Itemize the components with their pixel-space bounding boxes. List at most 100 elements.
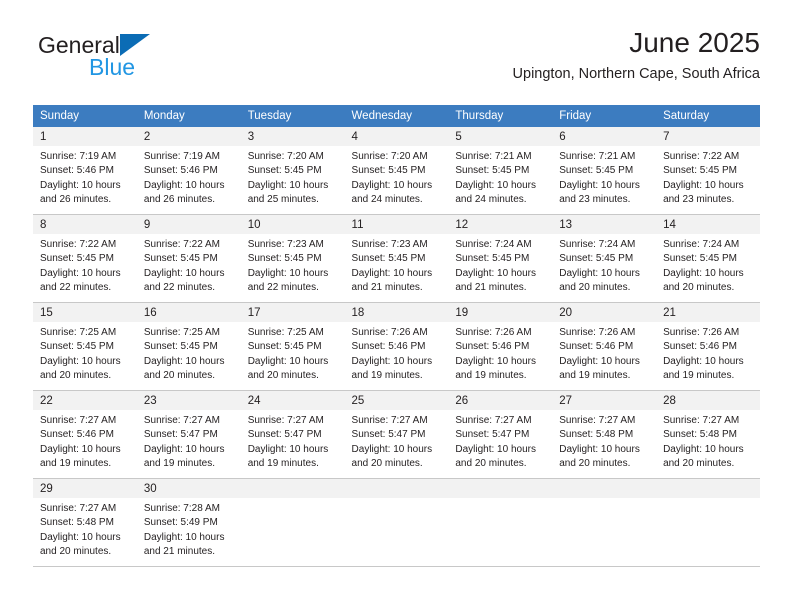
daylight-text: Daylight: 10 hours and 26 minutes. [40, 179, 121, 205]
day-number: 1 [33, 127, 137, 146]
day-details: Sunrise: 7:24 AM Sunset: 5:45 PM Daylight:… [656, 234, 760, 295]
sunrise-text: Sunrise: 7:20 AM [247, 151, 324, 162]
day-details: Sunrise: 7:26 AM Sunset: 5:46 PM Daylight:… [552, 322, 656, 383]
daylight-text: Daylight: 10 hours and 22 minutes. [247, 267, 329, 293]
sunrise-text: Sunrise: 7:24 AM [663, 239, 740, 250]
sunset-text: Sunset: 5:45 PM [663, 253, 737, 265]
sunrise-text: Sunrise: 7:22 AM [40, 239, 117, 250]
calendar-day-cell[interactable]: 21 Sunrise: 7:26 AM Sunset: 5:46 PM Dayligh… [656, 302, 760, 391]
day-number: 27 [552, 391, 657, 410]
calendar-day-cell[interactable]: 17 Sunrise: 7:25 AM Sunset: 5:45 PM Dayligh… [240, 302, 345, 391]
sunrise-text: Sunrise: 7:26 AM [663, 327, 740, 338]
daylight-text: Daylight: 10 hours and 20 minutes. [559, 443, 640, 469]
daylight-text: Daylight: 10 hours and 19 minutes. [559, 355, 640, 381]
calendar-day-cell[interactable]: 10 Sunrise: 7:23 AM Sunset: 5:45 PM Dayligh… [240, 214, 345, 303]
calendar-day-cell[interactable]: 18 Sunrise: 7:26 AM Sunset: 5:46 PM Dayligh… [344, 302, 449, 391]
sunset-text: Sunset: 5:45 PM [40, 253, 114, 265]
day-details: Sunrise: 7:26 AM Sunset: 5:46 PM Daylight:… [345, 322, 449, 383]
sunrise-text: Sunrise: 7:27 AM [351, 415, 428, 426]
calendar-day-cell[interactable]: 27 Sunrise: 7:27 AM Sunset: 5:48 PM Dayligh… [552, 390, 657, 479]
day-details: Sunrise: 7:27 AM Sunset: 5:48 PM Daylight:… [33, 498, 137, 559]
weekday-header-monday: Monday [136, 105, 241, 127]
sunset-text: Sunset: 5:46 PM [351, 341, 426, 353]
sunset-text: Sunset: 5:45 PM [247, 341, 322, 353]
sunrise-text: Sunrise: 7:23 AM [351, 239, 428, 250]
sunset-text: Sunset: 5:46 PM [40, 165, 114, 177]
day-number: 6 [552, 127, 657, 146]
logo-text-blue: Blue [89, 54, 136, 80]
calendar-day-cell[interactable]: 23 Sunrise: 7:27 AM Sunset: 5:47 PM Dayligh… [136, 390, 241, 479]
sunrise-text: Sunrise: 7:27 AM [559, 415, 636, 426]
calendar-day-cell[interactable]: 2 Sunrise: 7:19 AM Sunset: 5:46 PM Daylight… [136, 127, 241, 215]
calendar-day-cell[interactable]: 3 Sunrise: 7:20 AM Sunset: 5:45 PM Daylight… [240, 127, 345, 215]
day-details: Sunrise: 7:26 AM Sunset: 5:46 PM Daylight:… [656, 322, 760, 383]
sunrise-text: Sunrise: 7:27 AM [40, 415, 117, 426]
calendar-day-cell[interactable]: 7 Sunrise: 7:22 AM Sunset: 5:45 PM Daylight… [656, 127, 760, 215]
sunrise-text: Sunrise: 7:22 AM [663, 151, 740, 162]
daylight-text: Daylight: 10 hours and 20 minutes. [559, 267, 640, 293]
day-details: Sunrise: 7:27 AM Sunset: 5:48 PM Daylight:… [552, 410, 656, 471]
day-number: 25 [344, 391, 449, 410]
sunrise-text: Sunrise: 7:25 AM [143, 327, 220, 338]
day-number: 15 [33, 303, 137, 322]
calendar-day-cell[interactable]: 4 Sunrise: 7:20 AM Sunset: 5:45 PM Daylight… [344, 127, 449, 215]
sunrise-text: Sunrise: 7:23 AM [247, 239, 324, 250]
calendar-day-cell[interactable]: 28 Sunrise: 7:27 AM Sunset: 5:48 PM Dayligh… [656, 390, 760, 479]
calendar-day-cell[interactable]: 13 Sunrise: 7:24 AM Sunset: 5:45 PM Dayligh… [552, 214, 657, 303]
day-details: Sunrise: 7:22 AM Sunset: 5:45 PM Daylight:… [137, 234, 241, 295]
weekday-header-saturday: Saturday [656, 105, 760, 127]
calendar-day-cell[interactable]: 12 Sunrise: 7:24 AM Sunset: 5:45 PM Dayligh… [448, 214, 553, 303]
sunset-text: Sunset: 5:45 PM [559, 253, 634, 265]
daylight-text: Daylight: 10 hours and 24 minutes. [351, 179, 433, 205]
calendar-day-cell[interactable]: 5 Sunrise: 7:21 AM Sunset: 5:45 PM Daylight… [448, 127, 553, 215]
day-number: 11 [344, 215, 449, 234]
sunrise-text: Sunrise: 7:28 AM [143, 503, 220, 514]
sunrise-text: Sunrise: 7:22 AM [143, 239, 220, 250]
day-details: Sunrise: 7:22 AM Sunset: 5:45 PM Daylight:… [33, 234, 137, 295]
calendar-day-cell[interactable]: 26 Sunrise: 7:27 AM Sunset: 5:47 PM Dayligh… [448, 390, 553, 479]
daylight-text: Daylight: 10 hours and 21 minutes. [351, 267, 433, 293]
calendar-day-cell[interactable]: 29 Sunrise: 7:27 AM Sunset: 5:48 PM Dayligh… [33, 478, 137, 567]
daylight-text: Daylight: 10 hours and 20 minutes. [663, 443, 744, 469]
calendar-day-cell[interactable]: 14 Sunrise: 7:24 AM Sunset: 5:45 PM Dayligh… [656, 214, 760, 303]
sunrise-sunset-calendar: Sunday Monday Tuesday Wednesday Thursday… [33, 105, 760, 567]
sunrise-text: Sunrise: 7:27 AM [247, 415, 324, 426]
day-number [552, 479, 657, 498]
logo-triangle-icon [120, 34, 150, 56]
calendar-day-cell[interactable]: 16 Sunrise: 7:25 AM Sunset: 5:45 PM Dayligh… [136, 302, 241, 391]
calendar-day-cell[interactable]: 20 Sunrise: 7:26 AM Sunset: 5:46 PM Dayligh… [552, 302, 657, 391]
sunrise-text: Sunrise: 7:26 AM [559, 327, 636, 338]
sunrise-text: Sunrise: 7:26 AM [351, 327, 428, 338]
sunset-text: Sunset: 5:45 PM [351, 253, 426, 265]
daylight-text: Daylight: 10 hours and 19 minutes. [143, 443, 225, 469]
sunset-text: Sunset: 5:45 PM [247, 253, 322, 265]
calendar-day-cell[interactable]: 9 Sunrise: 7:22 AM Sunset: 5:45 PM Daylight… [136, 214, 241, 303]
calendar-day-cell[interactable]: 11 Sunrise: 7:23 AM Sunset: 5:45 PM Dayligh… [344, 214, 449, 303]
general-blue-logo: General Blue [33, 32, 233, 88]
calendar-day-cell[interactable]: 22 Sunrise: 7:27 AM Sunset: 5:46 PM Dayligh… [33, 390, 137, 479]
day-number: 17 [240, 303, 345, 322]
sunset-text: Sunset: 5:45 PM [143, 253, 218, 265]
day-number [656, 479, 760, 498]
calendar-day-cell[interactable]: 8 Sunrise: 7:22 AM Sunset: 5:45 PM Daylight… [33, 214, 137, 303]
sunrise-text: Sunrise: 7:26 AM [455, 327, 532, 338]
calendar-body: 1 Sunrise: 7:19 AM Sunset: 5:46 PM Daylight… [33, 127, 760, 567]
calendar-day-cell[interactable]: 1 Sunrise: 7:19 AM Sunset: 5:46 PM Daylight… [33, 127, 137, 215]
weekday-header-sunday: Sunday [33, 105, 137, 127]
sunrise-text: Sunrise: 7:19 AM [143, 151, 220, 162]
daylight-text: Daylight: 10 hours and 19 minutes. [455, 355, 536, 381]
calendar-day-cell[interactable]: 15 Sunrise: 7:25 AM Sunset: 5:45 PM Dayligh… [33, 302, 137, 391]
day-number: 21 [656, 303, 760, 322]
calendar-day-cell[interactable]: 24 Sunrise: 7:27 AM Sunset: 5:47 PM Dayligh… [240, 390, 345, 479]
calendar-day-cell[interactable]: 6 Sunrise: 7:21 AM Sunset: 5:45 PM Daylight… [552, 127, 657, 215]
day-details: Sunrise: 7:22 AM Sunset: 5:45 PM Daylight:… [656, 146, 760, 207]
calendar-day-cell[interactable]: 25 Sunrise: 7:27 AM Sunset: 5:47 PM Dayligh… [344, 390, 449, 479]
day-details: Sunrise: 7:27 AM Sunset: 5:47 PM Daylight:… [345, 410, 449, 471]
calendar-day-cell[interactable]: 19 Sunrise: 7:26 AM Sunset: 5:46 PM Dayligh… [448, 302, 553, 391]
sunset-text: Sunset: 5:46 PM [663, 341, 737, 353]
sunrise-text: Sunrise: 7:21 AM [455, 151, 532, 162]
day-number [240, 479, 345, 498]
daylight-text: Daylight: 10 hours and 22 minutes. [143, 267, 225, 293]
sunset-text: Sunset: 5:45 PM [247, 165, 322, 177]
calendar-day-cell[interactable]: 30 Sunrise: 7:28 AM Sunset: 5:49 PM Dayligh… [136, 478, 241, 567]
